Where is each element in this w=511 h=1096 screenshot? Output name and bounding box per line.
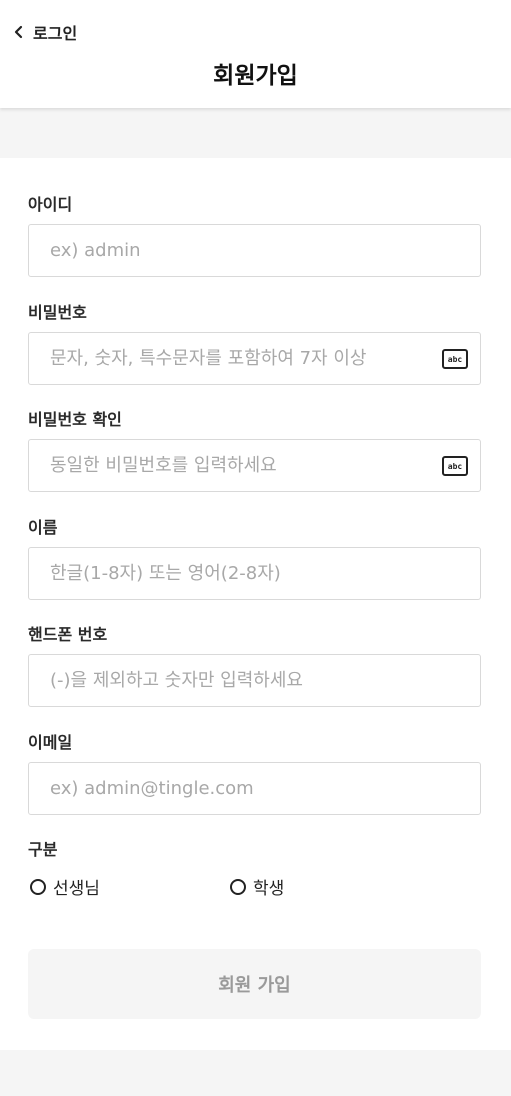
email-input[interactable] [29,763,480,814]
role-option-teacher[interactable]: 선생님 [30,874,100,899]
username-input[interactable] [29,225,480,276]
password-label: 비밀번호 [28,303,87,322]
phone-input[interactable] [29,655,480,706]
email-field-box [28,762,481,815]
keyboard-abc-icon[interactable]: abc [442,349,468,369]
role-option-student[interactable]: 학생 [230,874,284,899]
radio-circle-icon [230,878,246,895]
password-field-box: abc [28,332,481,385]
name-input[interactable] [29,548,480,599]
name-field-box [28,547,481,600]
password-confirm-field-box: abc [28,439,481,492]
signup-submit-button[interactable]: 회원 가입 [28,949,481,1019]
chevron-left-icon [14,25,23,39]
back-to-login-button[interactable]: 로그인 [12,19,77,45]
phone-field-box [28,654,481,707]
role-option-label: 선생님 [53,879,100,899]
role-radio-group: 선생님 학생 [28,874,481,899]
role-label: 구분 [28,840,58,859]
signup-form: 아이디 비밀번호 abc 비밀번호 확인 abc 이름 핸드폰 번호 이메일 구… [0,158,511,1050]
email-label: 이메일 [28,733,73,752]
username-field-box [28,224,481,277]
keyboard-abc-icon[interactable]: abc [442,456,468,476]
radio-circle-icon [30,878,46,895]
username-label: 아이디 [28,195,73,214]
app-header: 로그인 회원가입 [0,0,511,108]
page-title: 회원가입 [213,63,298,89]
role-option-label: 학생 [253,879,285,899]
password-confirm-label: 비밀번호 확인 [28,410,122,429]
phone-label: 핸드폰 번호 [28,625,108,644]
password-confirm-input[interactable] [29,440,480,491]
password-input[interactable] [29,333,480,384]
name-label: 이름 [28,518,58,537]
back-label: 로그인 [33,24,78,43]
